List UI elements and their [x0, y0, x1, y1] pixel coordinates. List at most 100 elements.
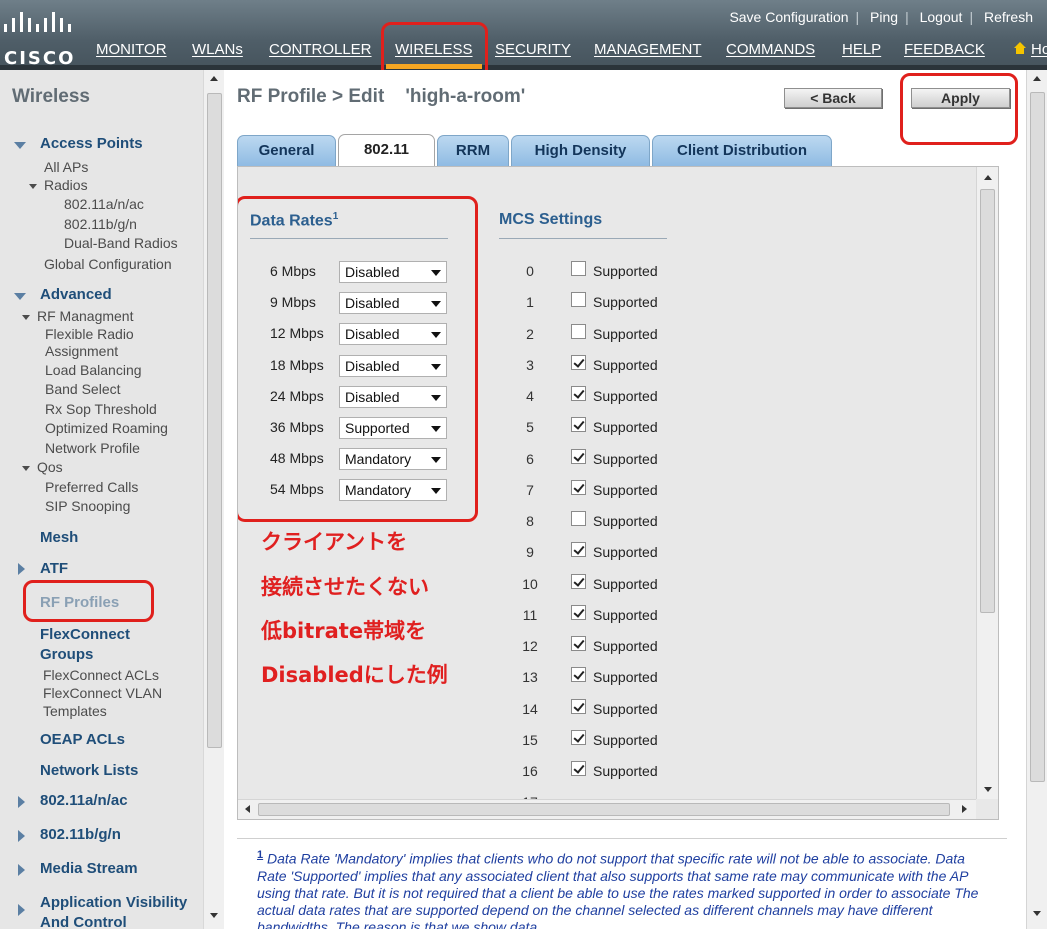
sidebar-item-rf-management[interactable]: RF Managment — [37, 308, 133, 325]
tab-client-distribution[interactable]: Client Distribution — [652, 135, 832, 166]
refresh-link[interactable]: Refresh — [984, 9, 1033, 25]
sidebar-item-flex-acls[interactable]: FlexConnect ACLs — [43, 667, 159, 684]
sidebar-item-optimized-roaming[interactable]: Optimized Roaming — [45, 420, 168, 437]
collapsed-icon[interactable] — [18, 796, 25, 808]
mcs-supported-checkbox[interactable] — [571, 604, 586, 620]
mcs-supported-checkbox[interactable] — [571, 323, 586, 339]
scroll-down-icon[interactable] — [1033, 911, 1041, 916]
sidebar-item-oeap-acls[interactable]: OEAP ACLs — [40, 731, 125, 748]
tab-rrm[interactable]: RRM — [437, 135, 509, 166]
panel-vertical-scrollbar[interactable] — [976, 167, 998, 799]
mcs-supported-checkbox[interactable] — [571, 729, 586, 745]
nav-controller[interactable]: CONTROLLER — [269, 41, 372, 58]
sidebar-item-all-aps[interactable]: All APs — [44, 159, 88, 176]
sidebar-item-flexconnect[interactable]: FlexConnect — [40, 626, 130, 643]
mcs-supported-checkbox[interactable] — [571, 261, 586, 276]
mcs-supported-checkbox[interactable] — [571, 636, 586, 651]
tab-general[interactable]: General — [237, 135, 336, 166]
expand-icon[interactable] — [29, 184, 37, 189]
sidebar-item-avc-2[interactable]: And Control — [40, 914, 127, 929]
sidebar-item-radio-b[interactable]: 802.11b/g/n — [64, 216, 137, 233]
panel-horizontal-scrollbar[interactable] — [238, 799, 976, 819]
sidebar-scrollbar[interactable] — [203, 70, 224, 929]
mcs-supported-checkbox[interactable] — [571, 448, 586, 464]
sidebar-item-dual-band[interactable]: Dual-Band Radios — [64, 235, 178, 252]
nav-feedback[interactable]: FEEDBACK — [904, 41, 985, 58]
sidebar-item-80211a[interactable]: 802.11a/n/ac — [40, 792, 128, 809]
nav-home[interactable]: Ho — [1031, 41, 1047, 58]
mcs-supported-checkbox[interactable] — [571, 761, 586, 776]
mcs-supported-checkbox[interactable] — [571, 542, 586, 558]
sidebar-item-rx-sop[interactable]: Rx Sop Threshold — [45, 401, 157, 418]
sidebar-item-advanced[interactable]: Advanced — [40, 286, 112, 303]
scroll-up-icon[interactable] — [210, 76, 218, 81]
panel-scroll-thumb[interactable] — [980, 189, 995, 613]
sidebar-item-load-balancing[interactable]: Load Balancing — [45, 362, 142, 379]
nav-management[interactable]: MANAGEMENT — [594, 41, 702, 58]
sidebar-item-flex-vlan[interactable]: FlexConnect VLAN — [43, 685, 162, 702]
ping-link[interactable]: Ping — [870, 9, 898, 25]
sidebar-item-flexible-radio[interactable]: Flexible Radio — [45, 326, 134, 343]
mcs-supported-checkbox[interactable] — [571, 292, 586, 308]
mcs-supported-checkbox[interactable] — [571, 479, 586, 495]
mcs-supported-checkbox[interactable] — [571, 354, 586, 370]
expand-icon[interactable] — [14, 142, 26, 149]
mcs-supported-checkbox[interactable] — [571, 417, 586, 433]
sidebar-item-band-select[interactable]: Band Select — [45, 381, 121, 398]
expand-icon[interactable] — [22, 315, 30, 320]
sidebar-item-avc[interactable]: Application Visibility — [40, 894, 187, 911]
logout-link[interactable]: Logout — [920, 9, 963, 25]
sidebar-item-network-lists[interactable]: Network Lists — [40, 762, 138, 779]
mcs-supported-checkbox[interactable] — [571, 573, 586, 589]
tab-high-density[interactable]: High Density — [511, 135, 650, 166]
sidebar-item-sip-snooping[interactable]: SIP Snooping — [45, 498, 130, 515]
collapsed-icon[interactable] — [18, 864, 25, 876]
sidebar-item-assignment[interactable]: Assignment — [45, 343, 118, 360]
nav-wlans[interactable]: WLANs — [192, 41, 243, 58]
top-links: Save Configuration | Ping | Logout | Refres… — [729, 9, 1033, 25]
nav-security[interactable]: SECURITY — [495, 41, 571, 58]
sidebar-item-global-config[interactable]: Global Configuration — [44, 256, 172, 273]
scroll-down-icon[interactable] — [210, 913, 218, 918]
sidebar-item-atf[interactable]: ATF — [40, 560, 68, 577]
scroll-up-icon[interactable] — [984, 175, 992, 180]
back-button[interactable]: < Back — [784, 88, 882, 108]
sidebar-item-radios[interactable]: Radios — [44, 177, 88, 194]
collapsed-icon[interactable] — [18, 830, 25, 842]
scroll-down-icon[interactable] — [984, 787, 992, 792]
page-vertical-scrollbar[interactable] — [1026, 70, 1047, 929]
expand-icon[interactable] — [22, 466, 30, 471]
tab-80211[interactable]: 802.11 — [338, 134, 435, 167]
sidebar-item-media-stream[interactable]: Media Stream — [40, 860, 138, 877]
scroll-up-icon[interactable] — [1033, 76, 1041, 81]
sidebar-item-templates[interactable]: Templates — [43, 703, 107, 720]
collapsed-icon[interactable] — [18, 904, 25, 916]
expand-icon[interactable] — [14, 293, 26, 300]
panel-hscroll-thumb[interactable] — [258, 803, 950, 816]
save-configuration-link[interactable]: Save Configuration — [729, 9, 848, 25]
page-scroll-thumb[interactable] — [1030, 92, 1045, 782]
mcs-supported-checkbox[interactable] — [571, 698, 586, 714]
mcs-number: 9 — [526, 544, 534, 561]
sidebar-scroll-thumb[interactable] — [207, 93, 222, 748]
nav-commands[interactable]: COMMANDS — [726, 41, 815, 58]
nav-help[interactable]: HELP — [842, 41, 881, 58]
sidebar-item-qos[interactable]: Qos — [37, 459, 63, 476]
home-icon[interactable] — [1013, 41, 1027, 55]
nav-monitor[interactable]: MONITOR — [96, 41, 167, 58]
collapsed-icon[interactable] — [18, 563, 25, 575]
scroll-left-icon[interactable] — [245, 805, 250, 813]
mcs-supported-checkbox[interactable] — [571, 667, 586, 683]
mcs-supported-label: Supported — [593, 638, 658, 654]
sidebar-item-groups[interactable]: Groups — [40, 646, 93, 663]
sidebar-item-preferred-calls[interactable]: Preferred Calls — [45, 479, 138, 496]
scroll-right-icon[interactable] — [962, 805, 967, 813]
sidebar-item-access-points[interactable]: Access Points — [40, 135, 143, 152]
sidebar-item-network-profile[interactable]: Network Profile — [45, 440, 140, 457]
sidebar-item-radio-a[interactable]: 802.11a/n/ac — [64, 196, 144, 213]
mcs-number: 1 — [526, 294, 534, 311]
mcs-supported-checkbox[interactable] — [571, 386, 586, 401]
sidebar-item-mesh[interactable]: Mesh — [40, 529, 78, 546]
sidebar-item-80211b[interactable]: 802.11b/g/n — [40, 826, 121, 843]
mcs-supported-checkbox[interactable] — [571, 511, 586, 526]
